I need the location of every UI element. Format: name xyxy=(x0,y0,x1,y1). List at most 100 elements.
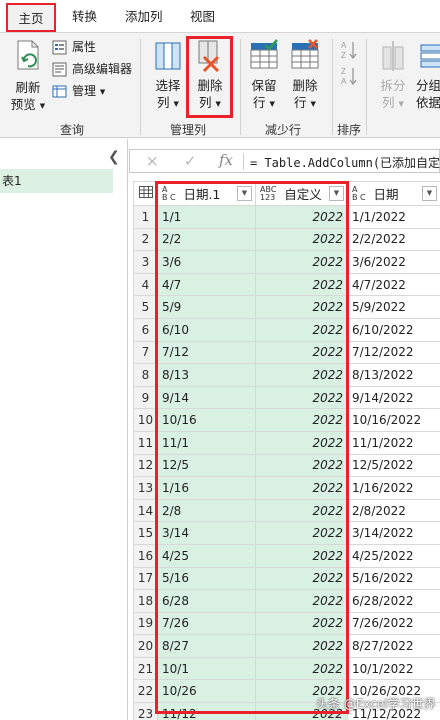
cell-custom[interactable]: 2022 xyxy=(255,408,348,432)
cell-date-1[interactable]: 7/12 xyxy=(157,340,256,365)
row-number[interactable]: 21 xyxy=(133,656,158,681)
text-type-icon[interactable]: AB C xyxy=(352,185,366,202)
row-number[interactable]: 15 xyxy=(133,521,158,545)
cell-date-1[interactable]: 6/28 xyxy=(157,589,256,613)
cell-date-1[interactable]: 1/16 xyxy=(157,476,256,500)
text-type-icon[interactable]: AB C xyxy=(162,185,176,202)
cancel-icon[interactable]: × xyxy=(146,152,159,170)
table-menu-button[interactable] xyxy=(133,181,158,206)
cell-custom[interactable]: 2022 xyxy=(255,589,348,613)
cell-date[interactable]: 4/25/2022 xyxy=(347,543,440,568)
filter-dropdown-icon[interactable]: ▼ xyxy=(237,186,252,201)
cell-date[interactable]: 12/5/2022 xyxy=(347,453,440,478)
collapse-pane-icon[interactable]: ❮ xyxy=(108,149,120,165)
cell-date-1[interactable]: 9/14 xyxy=(157,385,256,410)
cell-date[interactable]: 3/14/2022 xyxy=(347,521,440,545)
cell-date[interactable]: 11/1/2022 xyxy=(347,430,440,455)
cell-custom[interactable]: 2022 xyxy=(255,634,348,658)
cell-custom[interactable]: 2022 xyxy=(255,250,348,274)
row-number[interactable]: 5 xyxy=(133,295,158,319)
row-number[interactable]: 22 xyxy=(133,679,158,704)
row-number[interactable]: 10 xyxy=(133,408,158,432)
cell-date[interactable]: 3/6/2022 xyxy=(347,250,440,274)
row-number[interactable]: 9 xyxy=(133,385,158,410)
tab-transform[interactable]: 转换 xyxy=(72,6,97,28)
row-number[interactable]: 7 xyxy=(133,340,158,365)
cell-date-1[interactable]: 3/6 xyxy=(157,250,256,274)
row-number[interactable]: 12 xyxy=(133,453,158,478)
cell-date[interactable]: 1/1/2022 xyxy=(347,205,440,229)
keep-rows-button[interactable]: 保留 行 ▼ xyxy=(244,39,284,113)
tab-home[interactable]: 主页 xyxy=(6,3,56,32)
query-item[interactable]: 表1 xyxy=(0,169,113,193)
cell-date-1[interactable]: 10/26 xyxy=(157,679,256,704)
cell-custom[interactable]: 2022 xyxy=(255,205,348,229)
cell-custom[interactable]: 2022 xyxy=(255,566,348,591)
row-number[interactable]: 17 xyxy=(133,566,158,591)
cell-custom[interactable]: 2022 xyxy=(255,385,348,410)
cell-date[interactable]: 10/1/2022 xyxy=(347,656,440,681)
cell-custom[interactable]: 2022 xyxy=(255,295,348,319)
cell-date-1[interactable]: 11/1 xyxy=(157,430,256,455)
advanced-editor-button[interactable]: 高级编辑器 xyxy=(52,60,132,79)
column-header-custom[interactable]: ABC 123 自定义 ▼ xyxy=(255,181,348,206)
cell-date[interactable]: 9/14/2022 xyxy=(347,385,440,410)
cell-custom[interactable]: 2022 xyxy=(255,317,348,342)
cell-custom[interactable]: 2022 xyxy=(255,272,348,297)
group-by-button[interactable]: 分组 依据 xyxy=(416,39,440,111)
filter-dropdown-icon[interactable]: ▼ xyxy=(422,186,437,201)
cell-date[interactable]: 1/16/2022 xyxy=(347,476,440,500)
cell-date-1[interactable]: 11/12 xyxy=(157,702,256,720)
row-number[interactable]: 2 xyxy=(133,227,158,252)
row-number[interactable]: 11 xyxy=(133,430,158,455)
cell-custom[interactable]: 2022 xyxy=(255,430,348,455)
cell-date-1[interactable]: 5/9 xyxy=(157,295,256,319)
filter-dropdown-icon[interactable]: ▼ xyxy=(329,186,344,201)
cell-date[interactable]: 2/8/2022 xyxy=(347,498,440,523)
cell-date-1[interactable]: 7/26 xyxy=(157,611,256,636)
cell-date-1[interactable]: 10/16 xyxy=(157,408,256,432)
manage-button[interactable]: 管理 ▼ xyxy=(52,82,105,101)
cell-date-1[interactable]: 8/13 xyxy=(157,363,256,387)
cell-date-1[interactable]: 12/5 xyxy=(157,453,256,478)
split-column-button[interactable]: 拆分 列 ▼ xyxy=(374,39,412,113)
cell-custom[interactable]: 2022 xyxy=(255,656,348,681)
cell-custom[interactable]: 2022 xyxy=(255,363,348,387)
tab-view[interactable]: 视图 xyxy=(190,6,215,28)
cell-custom[interactable]: 2022 xyxy=(255,611,348,636)
cell-date[interactable]: 4/7/2022 xyxy=(347,272,440,297)
row-number[interactable]: 18 xyxy=(133,589,158,613)
cell-date[interactable]: 8/27/2022 xyxy=(347,634,440,658)
column-header-date[interactable]: AB C 日期 ▼ xyxy=(347,181,440,206)
column-header-date-1[interactable]: AB C 日期.1 ▼ xyxy=(157,181,256,206)
remove-rows-button[interactable]: 删除 行 ▼ xyxy=(285,39,325,113)
cell-date-1[interactable]: 1/1 xyxy=(157,205,256,229)
confirm-icon[interactable]: ✓ xyxy=(184,152,197,170)
cell-date-1[interactable]: 8/27 xyxy=(157,634,256,658)
cell-date-1[interactable]: 3/14 xyxy=(157,521,256,545)
cell-date[interactable]: 5/16/2022 xyxy=(347,566,440,591)
cell-custom[interactable]: 2022 xyxy=(255,498,348,523)
row-number[interactable]: 23 xyxy=(133,702,158,720)
row-number[interactable]: 4 xyxy=(133,272,158,297)
row-number[interactable]: 16 xyxy=(133,543,158,568)
any-type-icon[interactable]: ABC 123 xyxy=(260,185,276,202)
row-number[interactable]: 8 xyxy=(133,363,158,387)
row-number[interactable]: 6 xyxy=(133,317,158,342)
fx-icon[interactable]: fx xyxy=(219,151,233,169)
cell-custom[interactable]: 2022 xyxy=(255,543,348,568)
tab-add-column[interactable]: 添加列 xyxy=(125,6,163,28)
sort-ascending-button[interactable]: A Z xyxy=(340,39,358,61)
choose-columns-button[interactable]: 选择 列 ▼ xyxy=(148,39,188,113)
cell-custom[interactable]: 2022 xyxy=(255,340,348,365)
cell-date[interactable]: 10/16/2022 xyxy=(347,408,440,432)
cell-date[interactable]: 7/12/2022 xyxy=(347,340,440,365)
row-number[interactable]: 19 xyxy=(133,611,158,636)
cell-date-1[interactable]: 6/10 xyxy=(157,317,256,342)
row-number[interactable]: 13 xyxy=(133,476,158,500)
cell-date-1[interactable]: 2/2 xyxy=(157,227,256,252)
row-number[interactable]: 14 xyxy=(133,498,158,523)
cell-date[interactable]: 8/13/2022 xyxy=(347,363,440,387)
refresh-preview-button[interactable]: 刷新 预览 ▼ xyxy=(8,39,48,115)
cell-date-1[interactable]: 4/25 xyxy=(157,543,256,568)
